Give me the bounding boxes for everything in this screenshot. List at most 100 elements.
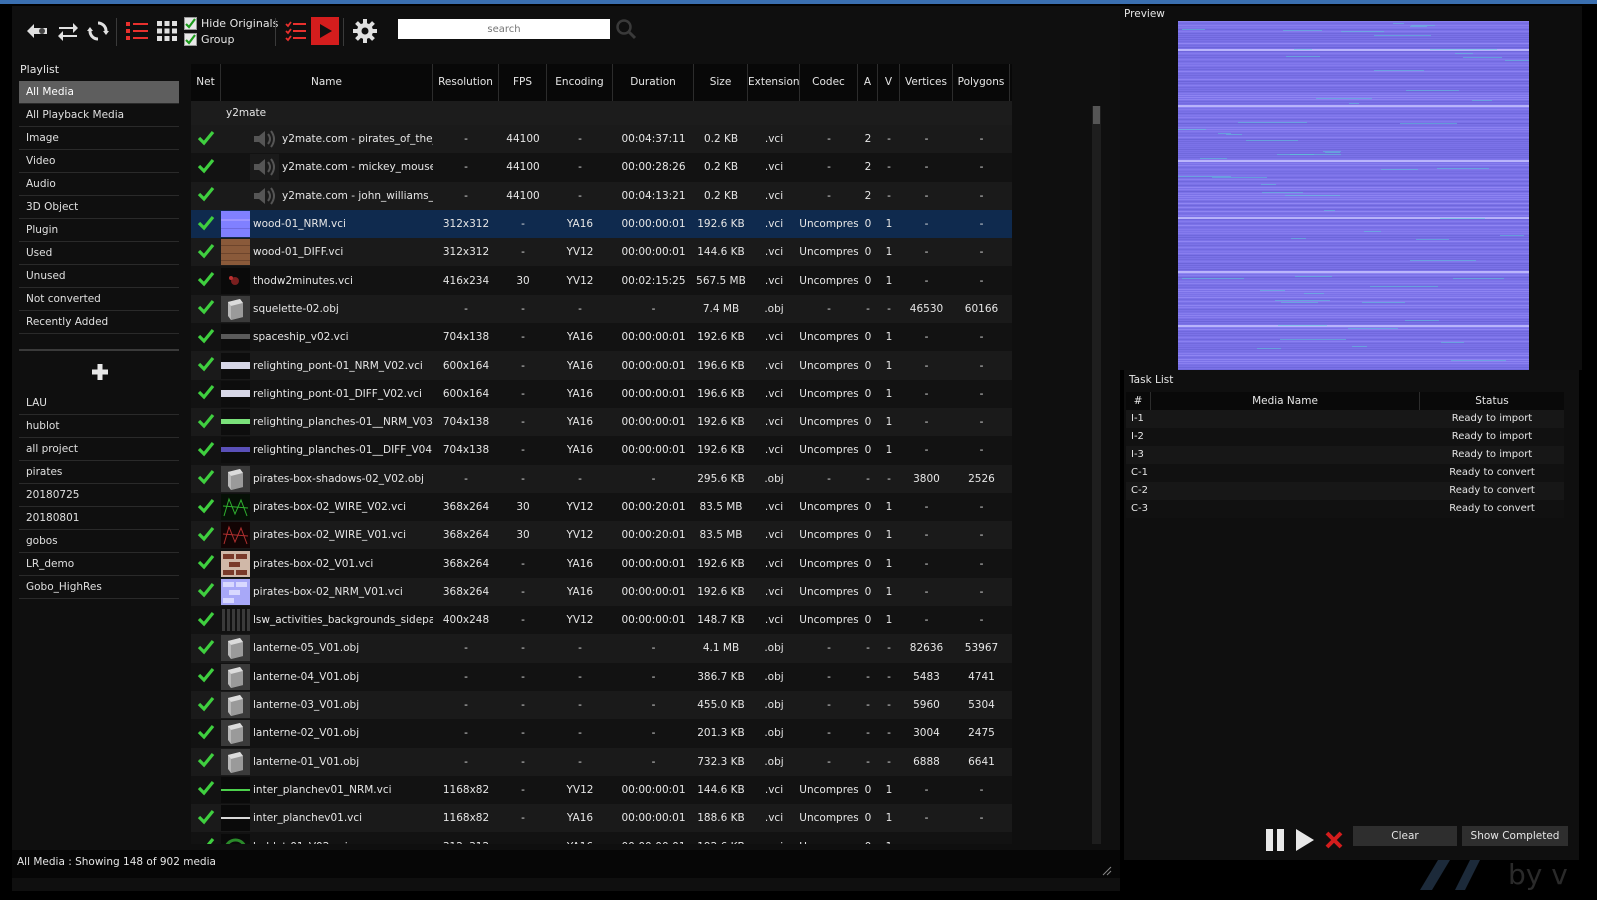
video-cell: 1 (885, 246, 893, 259)
sidebar-filter-item[interactable]: Recently Added (19, 311, 179, 334)
table-row[interactable]: lanterne-04_V01.obj - - - - 386.7 KB .obj - - - 54… (191, 662, 1012, 691)
name-cell: pirates-box-02_WIRE_V02.vci (221, 493, 433, 521)
table-row[interactable]: pirates-box-02_NRM_V01.vci 368x264- YA16 00… (191, 577, 1012, 607)
table-row[interactable]: lanterne-02_V01.obj - - - - 201.3 KB .obj - - - 30… (191, 719, 1012, 748)
table-row[interactable]: relighting_planches-01__NRM_V03.vc 704x13… (191, 407, 1012, 437)
sidebar-filter-item[interactable]: Used (19, 242, 179, 265)
transfer-button[interactable] (55, 18, 81, 44)
sidebar-playlist-item[interactable]: hublot (19, 415, 179, 438)
col-header-extension[interactable]: Extension (748, 64, 800, 101)
col-header-codec[interactable]: Codec (800, 64, 858, 101)
sidebar-filter-item[interactable]: All Media (19, 81, 179, 104)
col-header-resolution[interactable]: Resolution (433, 64, 499, 101)
sidebar-playlist-item[interactable]: Gobo_HighRes (19, 576, 179, 599)
table-row[interactable]: squelette-02.obj - - - - 7.4 MB .obj - - - 46530 60… (191, 294, 1012, 324)
sidebar-filter-item[interactable]: Unused (19, 265, 179, 288)
search-input[interactable] (398, 19, 610, 39)
toolbar-separator (275, 18, 276, 46)
encoding-cell: - (578, 161, 582, 174)
resize-grip-icon[interactable] (1102, 866, 1112, 876)
cancel-tasks-button[interactable] (1324, 830, 1344, 853)
size-cell: 295.6 KB (697, 472, 745, 485)
show-completed-button[interactable]: Show Completed (1462, 826, 1568, 846)
col-header-net[interactable]: Net (191, 64, 221, 101)
checkmark-icon (197, 413, 215, 432)
table-row[interactable]: thodw2minutes.vci 416x234 30 YV12 00:02:15:2… (191, 266, 1012, 295)
sidebar-playlist-item[interactable]: 20180801 (19, 507, 179, 530)
table-row[interactable]: relighting_pont-01_DIFF_V02.vci 600x164 - Y… (191, 379, 1012, 408)
play-button[interactable] (311, 17, 339, 45)
table-row[interactable]: lanterne-03_V01.obj - - - - 455.0 KB .obj - - - 59… (191, 690, 1012, 720)
refresh-button[interactable] (85, 18, 111, 44)
sidebar-filter-item[interactable]: Plugin (19, 219, 179, 242)
add-playlist-button[interactable] (89, 361, 111, 383)
group-checkbox[interactable]: Group (184, 33, 235, 46)
sidebar-filter-item[interactable]: Audio (19, 173, 179, 196)
sidebar-playlist-item[interactable]: pirates (19, 461, 179, 484)
table-row[interactable]: relighting_pont-01_NRM_V02.vci 600x164 - YA… (191, 351, 1012, 380)
sidebar-filter-item[interactable]: Video (19, 150, 179, 173)
clear-button[interactable]: Clear (1353, 826, 1457, 846)
table-row[interactable]: y2mate.com - john_williams_due - 44100 - 00:… (191, 181, 1012, 210)
table-row[interactable]: spaceship_v02.vci 704x138 - YA16 00:00:00:01… (191, 323, 1012, 352)
col-header-vertices[interactable]: Vertices (900, 64, 953, 101)
grid-view-button[interactable] (154, 18, 180, 44)
task-row[interactable]: I-3 Ready to import (1126, 446, 1564, 464)
col-header-audio[interactable]: A (858, 64, 878, 101)
media-name: y2mate.com - mickey_mouses_cl (282, 161, 433, 174)
sidebar-filter-item[interactable]: Not converted (19, 288, 179, 311)
table-row[interactable]: lanterne-05_V01.obj - - - - 4.1 MB .obj - - - 8263… (191, 634, 1012, 663)
settings-button[interactable] (352, 18, 378, 44)
task-row[interactable]: I-1 Ready to import (1126, 410, 1564, 428)
task-row[interactable]: I-2 Ready to import (1126, 428, 1564, 446)
group-header-row[interactable]: y2mate (191, 101, 1012, 125)
table-row[interactable]: lanterne-01_V01.obj - - - - 732.3 KB .obj - - - 68… (191, 747, 1012, 776)
table-row[interactable]: inter_planchev01.vci 1168x82 - YA16 00:00:00… (191, 804, 1012, 833)
import-button[interactable] (24, 18, 50, 44)
col-header-size[interactable]: Size (694, 64, 748, 101)
table-row[interactable]: pirates-box-02_V01.vci 368x264 - YA16 00:00:… (191, 549, 1012, 578)
size-cell: 192.6 KB (697, 416, 745, 429)
sidebar-filter-item[interactable]: Image (19, 127, 179, 150)
col-header-duration[interactable]: Duration (613, 64, 694, 101)
table-row[interactable]: relighting_planches-01__DIFF_V04.vc 704x1… (191, 436, 1012, 465)
col-header-polygons[interactable]: Polygons (953, 64, 1010, 101)
table-row[interactable]: wood-01_NRM.vci 312x312 - YA16 00:00:00:01 19… (191, 209, 1012, 239)
duration-cell: 00:00:00:01 (621, 585, 686, 598)
col-header-video[interactable]: V (878, 64, 900, 101)
list-view-button[interactable] (124, 18, 150, 44)
sidebar-playlist-item[interactable]: LR_demo (19, 553, 179, 576)
vertical-scrollbar[interactable] (1092, 106, 1101, 844)
sidebar-playlist-item[interactable]: 20180725 (19, 484, 179, 507)
col-header-encoding[interactable]: Encoding (547, 64, 613, 101)
table-row[interactable]: y2mate.com - pirates_of_the_cari - 44100 - 0… (191, 125, 1012, 154)
net-status-cell (191, 408, 221, 436)
task-row[interactable]: C-2 Ready to convert (1126, 482, 1564, 500)
sidebar-playlist-item[interactable]: LAU (19, 392, 179, 415)
audio-cell: - (866, 302, 870, 315)
table-row[interactable]: hublot-01_V02.vci312x312-YA1600:00:00:01… (191, 832, 1012, 844)
checklist-button[interactable] (283, 18, 309, 44)
name-cell: lanterne-05_V01.obj (221, 634, 433, 662)
table-row[interactable]: pirates-box-shadows-02_V02.obj - - - - 295.6 … (191, 464, 1012, 493)
pause-button[interactable] (1264, 827, 1286, 856)
hide-originals-checkbox[interactable]: Hide Originals (184, 17, 278, 30)
task-play-button[interactable] (1293, 827, 1315, 856)
table-row[interactable]: wood-01_DIFF.vci 312x312 - YV12 00:00:00:01 1… (191, 238, 1012, 267)
sidebar-playlist-item[interactable]: all project (19, 438, 179, 461)
task-row[interactable]: C-3 Ready to convert (1126, 500, 1564, 518)
media-thumbnail (221, 550, 250, 577)
table-row[interactable]: pirates-box-02_WIRE_V02.vci 368x264 30 YV12… (191, 492, 1012, 522)
sidebar-playlist-item[interactable]: gobos (19, 530, 179, 553)
table-row[interactable]: pirates-box-02_WIRE_V01.vci 368x264 30 YV12… (191, 521, 1012, 550)
table-row[interactable]: lsw_activities_backgrounds_sidepane 400x2… (191, 606, 1012, 635)
sidebar-filter-item[interactable]: All Playback Media (19, 104, 179, 127)
scrollbar-thumb[interactable] (1093, 106, 1100, 124)
sidebar-filter-item[interactable]: 3D Object (19, 196, 179, 219)
col-header-fps[interactable]: FPS (499, 64, 547, 101)
table-row[interactable]: inter_planchev01_NRM.vci 1168x82 - YV12 00:0… (191, 775, 1012, 805)
table-row[interactable]: y2mate.com - mickey_mouses_cl - 44100 - 00:0… (191, 153, 1012, 182)
col-header-name[interactable]: Name (221, 64, 433, 101)
search-button[interactable] (615, 18, 637, 40)
task-row[interactable]: C-1 Ready to convert (1126, 464, 1564, 482)
